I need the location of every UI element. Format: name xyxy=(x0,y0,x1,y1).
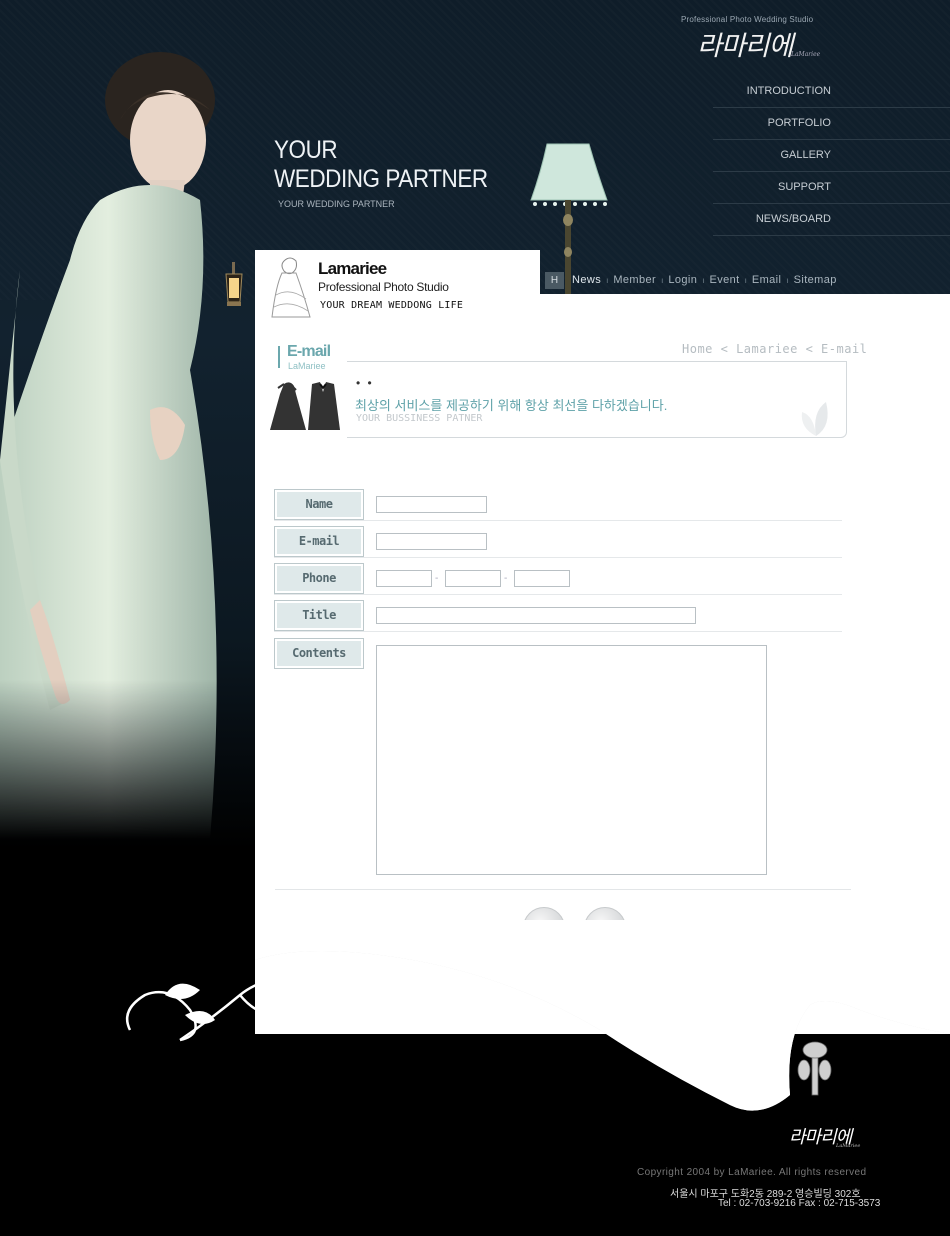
sub-nav-member[interactable]: Member xyxy=(613,274,656,286)
name-input[interactable] xyxy=(376,496,487,513)
notice-dots: • • xyxy=(356,376,374,390)
couple-icon xyxy=(270,382,340,430)
nav-introduction[interactable]: INTRODUCTION xyxy=(713,76,950,108)
sub-nav: H News ı Member ı Login ı Event ı Email … xyxy=(545,270,837,290)
sub-nav-separator: ı xyxy=(661,275,664,285)
notice-subtext: YOUR BUSSINESS PATNER xyxy=(356,413,483,424)
email-label: E-mail xyxy=(274,526,364,557)
hero-title-line1: YOUR xyxy=(274,136,338,164)
title-input[interactable] xyxy=(376,607,696,624)
hero-title-line2: WEDDING PARTNER xyxy=(274,165,488,193)
phone-label: Phone xyxy=(274,563,364,594)
hero-subtitle: YOUR WEDDING PARTNER xyxy=(278,199,395,209)
phone-input-2[interactable] xyxy=(445,570,501,587)
contents-textarea[interactable] xyxy=(376,645,767,875)
leaf-icon xyxy=(801,402,828,436)
brand-logo-en: LaMariee xyxy=(791,51,821,58)
sub-nav-separator: ı xyxy=(606,275,609,285)
sub-nav-separator: ı xyxy=(702,275,705,285)
footer-brand-en: LaMariee xyxy=(836,1143,861,1149)
logo-subtitle: Professional Photo Studio xyxy=(318,280,449,294)
wall-lamp-icon xyxy=(225,262,243,306)
email-input[interactable] xyxy=(376,533,487,550)
form-divider xyxy=(275,889,851,890)
form-row-name: Name xyxy=(274,489,842,521)
main-nav: INTRODUCTION PORTFOLIO GALLERY SUPPORT N… xyxy=(713,76,950,236)
nav-portfolio[interactable]: PORTFOLIO xyxy=(713,108,950,140)
page-title: E-mail xyxy=(287,343,331,360)
bride-image xyxy=(0,52,217,840)
breadcrumb: Home < Lamariee < E-mail xyxy=(682,342,868,356)
sub-nav-event[interactable]: Event xyxy=(709,274,739,286)
contact-text: Tel : 02-703-9216 Fax : 02-715-3573 xyxy=(718,1198,881,1209)
hero-title: YOUR WEDDING PARTNER xyxy=(274,136,488,194)
phone-input-3[interactable] xyxy=(514,570,570,587)
title-accent-bar xyxy=(278,346,280,368)
sub-nav-email[interactable]: Email xyxy=(752,274,782,286)
phone-dash: - xyxy=(504,573,508,584)
phone-input-1[interactable] xyxy=(376,570,432,587)
home-button[interactable]: H xyxy=(545,271,564,289)
page-title-sub: LaMariee xyxy=(288,361,326,371)
name-label: Name xyxy=(274,489,364,520)
contents-label: Contents xyxy=(274,638,364,669)
studio-tagline: Professional Photo Wedding Studio xyxy=(681,15,814,24)
nav-gallery[interactable]: GALLERY xyxy=(713,140,950,172)
logo-title[interactable]: Lamariee xyxy=(318,259,387,279)
sub-nav-login[interactable]: Login xyxy=(668,274,697,286)
bride-sketch-icon xyxy=(271,257,311,318)
logo-tagline: YOUR DREAM WEDDONG LIFE xyxy=(320,300,464,311)
sub-nav-sitemap[interactable]: Sitemap xyxy=(794,274,837,286)
phone-dash: - xyxy=(435,573,439,584)
sub-nav-news[interactable]: News xyxy=(572,274,601,286)
nav-news-board[interactable]: NEWS/BOARD xyxy=(713,204,950,236)
nav-support[interactable]: SUPPORT xyxy=(713,172,950,204)
notice-text: 최상의 서비스를 제공하기 위해 항상 최선을 다하겠습니다. xyxy=(355,398,668,413)
brand-logo[interactable]: 라마리에 xyxy=(697,24,793,63)
form-row-email: E-mail xyxy=(274,526,842,558)
title-label: Title xyxy=(274,600,364,631)
sub-nav-separator: ı xyxy=(786,275,789,285)
sub-nav-separator: ı xyxy=(744,275,747,285)
copyright-text: Copyright 2004 by LaMariee. All rights r… xyxy=(637,1167,867,1178)
